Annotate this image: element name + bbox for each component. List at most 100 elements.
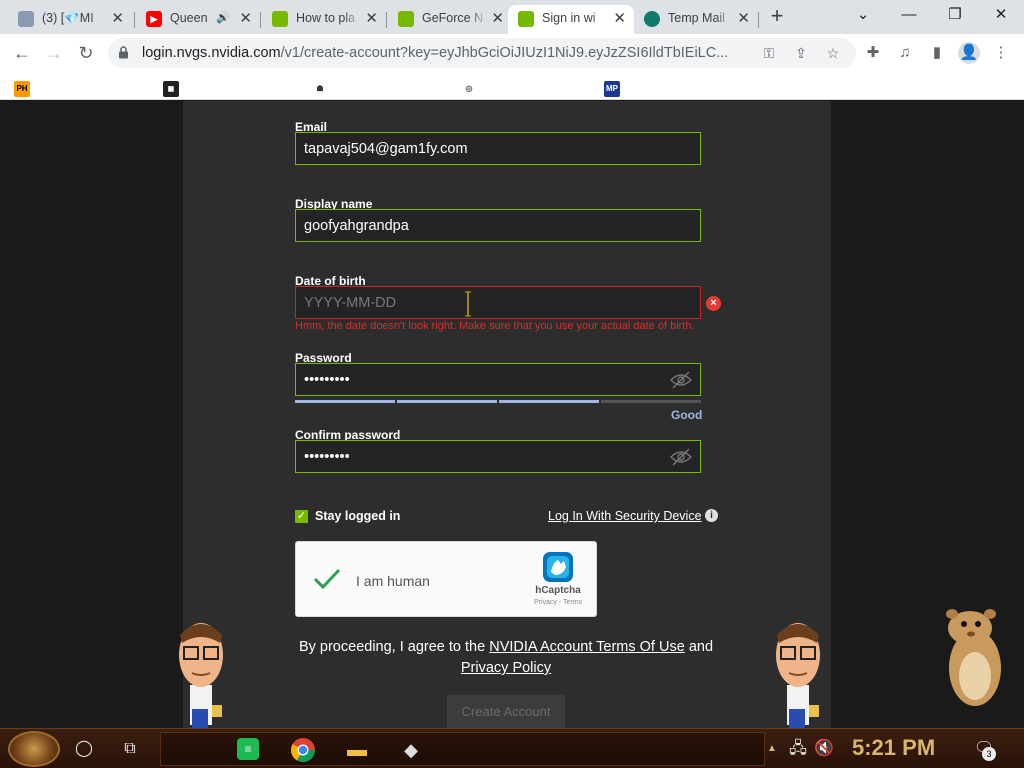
bookmark-star-icon[interactable]: ☆ [824, 44, 842, 62]
url-path: /v1/create-account?key=eyJhbGciOiJIUzI1N… [280, 45, 729, 61]
browser-toolbar: ← → ↻ login.nvgs.nvidia.com/v1/create-ac… [0, 34, 1024, 72]
error-icon: × [706, 296, 721, 311]
hcaptcha-links[interactable]: Privacy - Terms [524, 599, 592, 606]
profile-avatar-icon[interactable]: 👤 [958, 42, 980, 64]
tab-title: (3) [💎MI [42, 11, 94, 25]
hcaptcha-widget[interactable]: I am human hCaptcha Privacy - Terms [295, 541, 597, 617]
display-name-field[interactable]: goofyahgrandpa [295, 209, 701, 242]
strength-bar-4 [601, 400, 701, 403]
forward-icon[interactable]: → [42, 41, 66, 65]
bookmark-1[interactable]: PH [14, 77, 37, 97]
notes-app-icon[interactable]: ≡ [237, 738, 259, 760]
close-icon[interactable]: ✕ [737, 9, 750, 27]
minimize-button[interactable]: — [892, 4, 926, 26]
network-icon[interactable]: 🖧 [784, 735, 812, 763]
url-text[interactable]: login.nvgs.nvidia.com/v1/create-account?… [142, 45, 762, 61]
close-icon[interactable]: ✕ [613, 9, 626, 27]
tab-4[interactable]: GeForce N ✕ [388, 5, 512, 34]
tab-2[interactable]: ▶ Queen 🔊 ✕ [136, 5, 260, 34]
side-panel-icon[interactable]: ▮ [926, 42, 948, 64]
stay-logged-in-label[interactable]: Stay logged in [315, 509, 400, 523]
dob-field[interactable]: YYYY-MM-DD [295, 286, 701, 319]
hcaptcha-brand: hCaptcha [535, 585, 581, 596]
nvidia-icon [518, 11, 534, 27]
page-content: Email tapavaj504@gam1fy.com Display name… [0, 101, 1024, 728]
back-icon[interactable]: ← [10, 41, 34, 65]
volume-muted-icon[interactable]: 🔇 [810, 735, 838, 763]
eye-slash-icon[interactable] [670, 371, 692, 389]
tab-title: GeForce N [422, 11, 484, 25]
password-strength-label: Good [671, 408, 703, 422]
menu-kebab-icon[interactable]: ⋮ [990, 42, 1012, 64]
restore-button[interactable]: ❐ [938, 4, 972, 26]
password-value: ••••••••• [304, 372, 350, 388]
display-name-value: goofyahgrandpa [304, 218, 409, 234]
taskbar-apps: ≡ ▬ ◆ [160, 732, 765, 766]
captcha-label: I am human [356, 573, 430, 589]
privacy-policy-link[interactable]: Privacy Policy [461, 660, 551, 676]
strength-bar-2 [397, 400, 497, 403]
security-device-link[interactable]: Log In With Security Device [548, 509, 702, 523]
extensions-icon[interactable]: ✚ [862, 42, 884, 64]
cartoon-man-sticker-right [776, 623, 820, 728]
close-icon[interactable]: ✕ [111, 9, 124, 27]
hcaptcha-logo-icon [543, 552, 573, 582]
close-icon[interactable]: ✕ [365, 9, 378, 27]
nvidia-icon [398, 11, 414, 27]
bookmark-2[interactable]: ◼ [163, 77, 186, 97]
tab-search-icon[interactable]: ⌄ [846, 4, 880, 26]
url-host: login.nvgs.nvidia.com [142, 45, 281, 61]
media-control-icon[interactable]: ♫ [894, 42, 916, 64]
globe-icon: ◎ [465, 84, 473, 93]
file-explorer-icon[interactable]: ▬ [343, 736, 371, 764]
new-tab-button[interactable]: + [765, 4, 789, 28]
close-icon[interactable]: ✕ [491, 9, 504, 27]
cartoon-man-sticker-left [179, 623, 223, 728]
bookmark-4[interactable]: ◎ [461, 77, 484, 95]
tab-6[interactable]: Temp Mail ✕ [634, 5, 758, 34]
tray-chevron-icon[interactable]: ▲ [764, 735, 780, 763]
notification-count-badge: 3 [982, 747, 996, 761]
password-field[interactable]: ••••••••• [295, 363, 701, 396]
speaker-icon[interactable]: 🔊 [216, 11, 230, 24]
confirm-password-field[interactable]: ••••••••• [295, 440, 701, 473]
strength-bar-1 [295, 400, 395, 403]
terms-link[interactable]: NVIDIA Account Terms Of Use [489, 639, 685, 655]
clock[interactable]: 5:21 PM [852, 735, 935, 761]
checkmark-icon[interactable] [312, 566, 342, 592]
close-window-button[interactable]: ✕ [984, 4, 1018, 26]
consent-and: and [688, 639, 714, 655]
stay-logged-in-checkbox[interactable]: ✓ [295, 510, 308, 523]
task-view-icon[interactable]: ⧉ [116, 735, 144, 763]
create-account-card: Email tapavaj504@gam1fy.com Display name… [183, 101, 831, 728]
reload-icon[interactable]: ↻ [74, 41, 98, 65]
bookmark-5[interactable]: MP [604, 77, 627, 97]
consent-text: By proceeding, I agree to the NVIDIA Acc… [283, 637, 729, 679]
dob-placeholder: YYYY-MM-DD [304, 295, 397, 311]
text-cursor-icon [465, 291, 471, 317]
folder-icon [18, 11, 34, 27]
key-icon[interactable]: ⚿ [760, 44, 778, 62]
tab-5-active[interactable]: Sign in wi ✕ [508, 5, 634, 34]
create-account-button[interactable]: Create Account [447, 695, 565, 728]
tab-3[interactable]: How to pla ✕ [262, 5, 386, 34]
hamster-sticker [946, 609, 1001, 706]
close-icon[interactable]: ✕ [239, 9, 252, 27]
nvidia-icon [272, 11, 288, 27]
bookmark-3[interactable]: ☗ [312, 77, 335, 95]
share-icon[interactable]: ⇪ [792, 44, 810, 62]
tempmail-icon [644, 11, 660, 27]
eye-slash-icon[interactable] [670, 448, 692, 466]
start-button[interactable] [8, 731, 60, 767]
info-icon[interactable]: i [705, 509, 718, 522]
address-bar[interactable]: login.nvgs.nvidia.com/v1/create-account?… [108, 38, 856, 68]
roblox-icon[interactable]: ◆ [397, 736, 425, 764]
cortana-icon[interactable]: ◯ [70, 735, 98, 763]
tab-1[interactable]: (3) [💎MI ✕ [8, 5, 132, 34]
lock-icon[interactable] [118, 46, 129, 59]
chrome-icon[interactable] [289, 736, 317, 764]
grid-icon: ◼ [163, 81, 179, 97]
ph-icon: PH [14, 81, 30, 97]
confirm-password-value: ••••••••• [304, 449, 350, 465]
email-field[interactable]: tapavaj504@gam1fy.com [295, 132, 701, 165]
